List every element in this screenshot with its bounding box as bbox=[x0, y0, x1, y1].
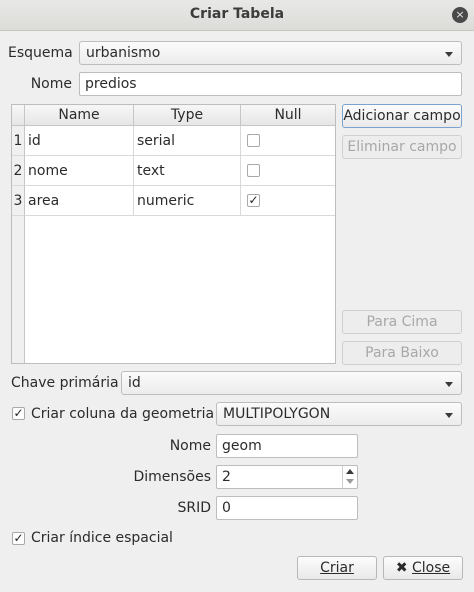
window-close-icon[interactable]: × bbox=[452, 7, 468, 23]
chevron-down-icon bbox=[445, 413, 453, 418]
schema-value: urbanismo bbox=[86, 45, 161, 61]
move-up-button[interactable]: Para Cima bbox=[342, 310, 462, 334]
schema-label: Esquema bbox=[8, 45, 73, 61]
srid-value: 0 bbox=[222, 500, 231, 516]
spatial-index-label[interactable]: Criar índice espacial bbox=[31, 530, 173, 546]
cell-type[interactable]: text bbox=[134, 156, 241, 186]
cell-name[interactable]: nome bbox=[25, 156, 134, 186]
row-number[interactable]: 3 bbox=[12, 186, 25, 216]
geometry-type-value: MULTIPOLYGON bbox=[223, 406, 331, 422]
create-button[interactable]: Criar bbox=[297, 556, 377, 580]
spin-down-icon[interactable] bbox=[346, 479, 354, 484]
row-number[interactable]: 1 bbox=[12, 126, 25, 156]
table-name-input[interactable]: predios bbox=[79, 72, 462, 96]
close-button-label: Close bbox=[412, 560, 451, 576]
add-field-button[interactable]: Adicionar campo bbox=[342, 104, 462, 128]
schema-combobox[interactable]: urbanismo bbox=[79, 41, 462, 65]
geometry-type-combobox[interactable]: MULTIPOLYGON bbox=[216, 402, 462, 426]
primary-key-value: id bbox=[128, 375, 141, 391]
spin-buttons bbox=[342, 466, 357, 488]
dimensions-label: Dimensões bbox=[133, 469, 211, 485]
cell-type[interactable]: numeric bbox=[134, 186, 241, 216]
table-name-value: predios bbox=[85, 76, 137, 92]
srid-input[interactable]: 0 bbox=[216, 496, 358, 520]
dimensions-spinbox[interactable]: 2 bbox=[216, 465, 358, 489]
row-number[interactable]: 2 bbox=[12, 156, 25, 186]
row-number-header bbox=[12, 105, 25, 125]
null-checkbox[interactable] bbox=[247, 164, 260, 177]
geometry-checkbox-label[interactable]: Criar coluna da geometria bbox=[31, 406, 214, 422]
cell-null[interactable] bbox=[241, 156, 335, 186]
null-checkbox[interactable] bbox=[247, 134, 260, 147]
primary-key-combobox[interactable]: id bbox=[121, 371, 462, 395]
geometry-checkbox[interactable]: ✓ bbox=[12, 407, 25, 420]
cell-null[interactable] bbox=[241, 126, 335, 156]
cell-null[interactable]: ✓ bbox=[241, 186, 335, 216]
geometry-name-input[interactable]: geom bbox=[216, 434, 358, 458]
dimensions-value: 2 bbox=[222, 469, 231, 485]
geometry-name-label: Nome bbox=[169, 438, 211, 454]
column-header-type[interactable]: Type bbox=[134, 105, 241, 125]
chevron-down-icon bbox=[445, 52, 453, 57]
spatial-index-checkbox[interactable]: ✓ bbox=[12, 532, 25, 545]
table-name-label: Nome bbox=[30, 76, 72, 92]
column-header-name[interactable]: Name bbox=[25, 105, 134, 125]
primary-key-label: Chave primária bbox=[11, 375, 119, 391]
remove-field-button[interactable]: Eliminar campo bbox=[342, 135, 462, 159]
close-icon: ✖ bbox=[395, 560, 408, 576]
cell-name[interactable]: id bbox=[25, 126, 134, 156]
spin-up-icon[interactable] bbox=[346, 469, 354, 474]
table-header: Name Type Null bbox=[12, 105, 335, 126]
null-checkbox[interactable]: ✓ bbox=[247, 194, 260, 207]
cell-type[interactable]: serial bbox=[134, 126, 241, 156]
cell-name[interactable]: area bbox=[25, 186, 134, 216]
srid-label: SRID bbox=[177, 500, 211, 516]
close-button[interactable]: ✖ Close bbox=[383, 556, 463, 580]
geometry-name-value: geom bbox=[222, 438, 262, 454]
chevron-down-icon bbox=[445, 382, 453, 387]
column-header-null[interactable]: Null bbox=[241, 105, 335, 125]
window-title: Criar Tabela bbox=[189, 6, 285, 22]
title-bar: Criar Tabela × bbox=[0, 0, 474, 31]
fields-table[interactable]: Name Type Null 1 id serial 2 nome text 3… bbox=[11, 104, 336, 364]
move-down-button[interactable]: Para Baixo bbox=[342, 341, 462, 365]
